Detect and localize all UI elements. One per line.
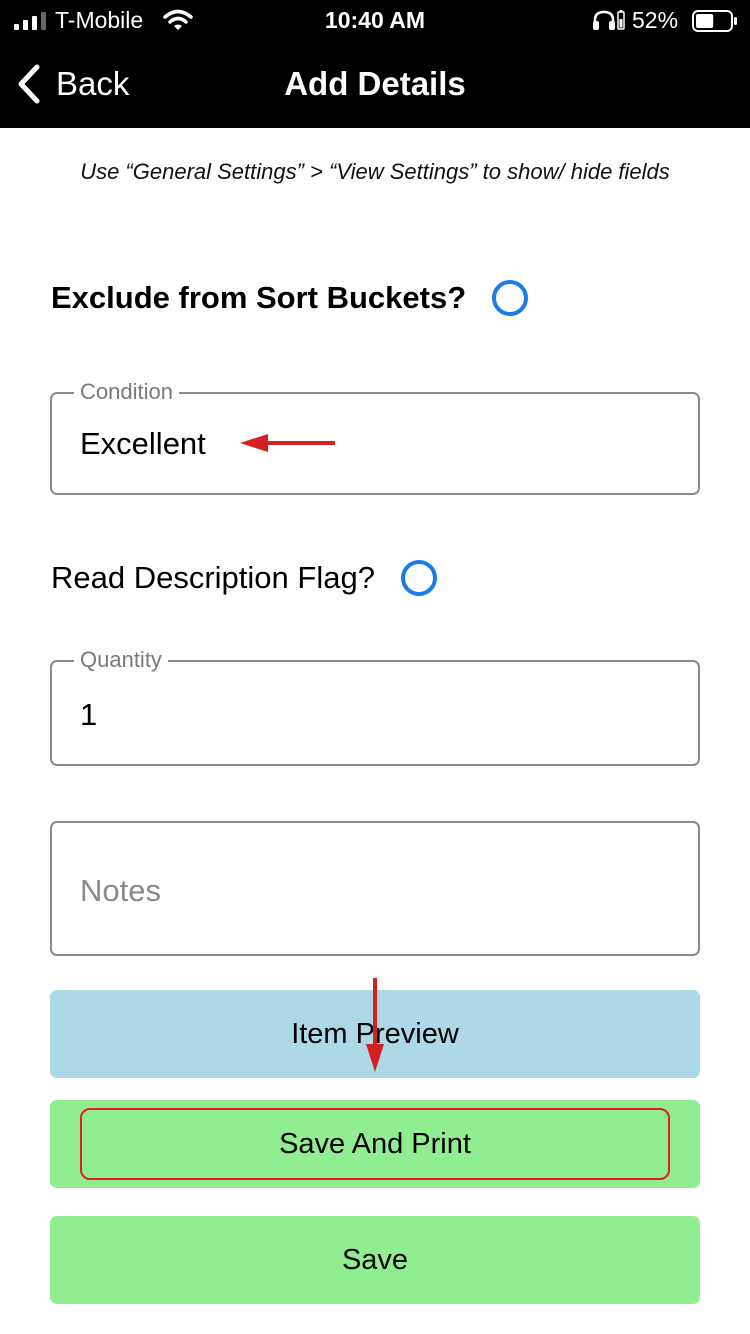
save-label: Save: [341, 1244, 409, 1276]
quantity-label: Quantity: [74, 648, 168, 672]
save-and-print-highlight: Save And Print: [80, 1108, 670, 1180]
headphones-icon: [593, 10, 615, 30]
quantity-value: 1: [80, 697, 98, 732]
battery-icon: [692, 10, 737, 32]
navigation-bar: Back Add Details: [0, 48, 750, 120]
save-and-print-button[interactable]: Save And Print: [50, 1100, 700, 1188]
notes-placeholder: Notes: [80, 873, 161, 908]
exclude-sort-buckets-toggle[interactable]: [492, 280, 529, 316]
condition-value: Excellent: [80, 426, 206, 461]
exclude-sort-buckets-row: Exclude from Sort Buckets?: [51, 280, 529, 316]
condition-field[interactable]: Condition Excellent: [50, 380, 700, 495]
read-description-flag-row: Read Description Flag?: [51, 560, 437, 596]
headphone-battery-icon: [617, 10, 625, 30]
status-bar: T-Mobile 10:40 AM 52%: [0, 0, 750, 40]
notes-field[interactable]: Notes: [50, 821, 700, 956]
save-button[interactable]: Save: [50, 1216, 700, 1304]
battery-percent: 52%: [632, 7, 679, 33]
save-and-print-label: Save And Print: [279, 1128, 471, 1160]
exclude-sort-buckets-label: Exclude from Sort Buckets?: [51, 280, 467, 315]
read-description-flag-label: Read Description Flag?: [51, 560, 375, 595]
read-description-flag-toggle[interactable]: [400, 560, 437, 596]
settings-hint: Use “General Settings” > “View Settings”…: [80, 159, 670, 184]
page-title: Add Details: [284, 65, 466, 102]
annotation-arrow-down: [366, 978, 384, 1072]
top-bar: T-Mobile 10:40 AM 52% Back Add Details: [0, 0, 750, 128]
quantity-field[interactable]: Quantity 1: [50, 648, 700, 766]
annotation-arrow-left: [240, 434, 335, 452]
condition-label: Condition: [74, 380, 179, 404]
